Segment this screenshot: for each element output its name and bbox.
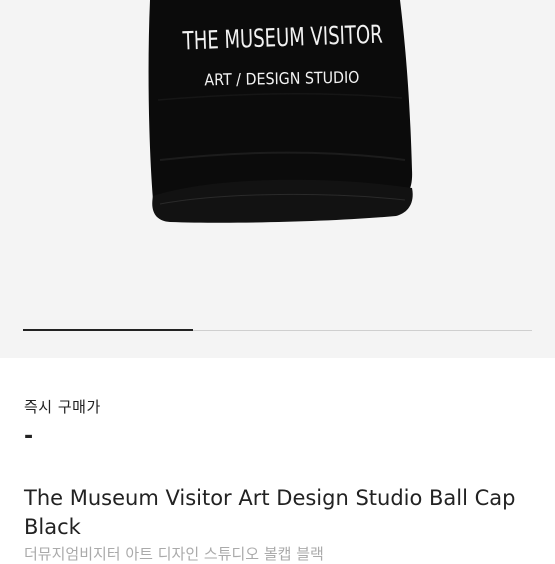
gallery-progress-bar bbox=[23, 329, 532, 331]
cap-text-line2: ART / DESIGN STUDIO bbox=[204, 68, 359, 90]
instant-buy-price-label: 즉시 구매가 bbox=[24, 398, 101, 416]
cap-product-image: THE MUSEUM VISITOR ART / DESIGN STUDIO bbox=[148, 0, 413, 223]
instant-buy-price-value: - bbox=[24, 424, 34, 449]
product-subtitle: 더뮤지엄비지터 아트 디자인 스튜디오 볼캡 블랙 bbox=[24, 545, 324, 563]
product-title: The Museum Visitor Art Design Studio Bal… bbox=[24, 486, 516, 539]
gallery-progress-indicator bbox=[23, 329, 193, 331]
product-image-gallery[interactable]: THE MUSEUM VISITOR ART / DESIGN STUDIO bbox=[0, 0, 555, 358]
